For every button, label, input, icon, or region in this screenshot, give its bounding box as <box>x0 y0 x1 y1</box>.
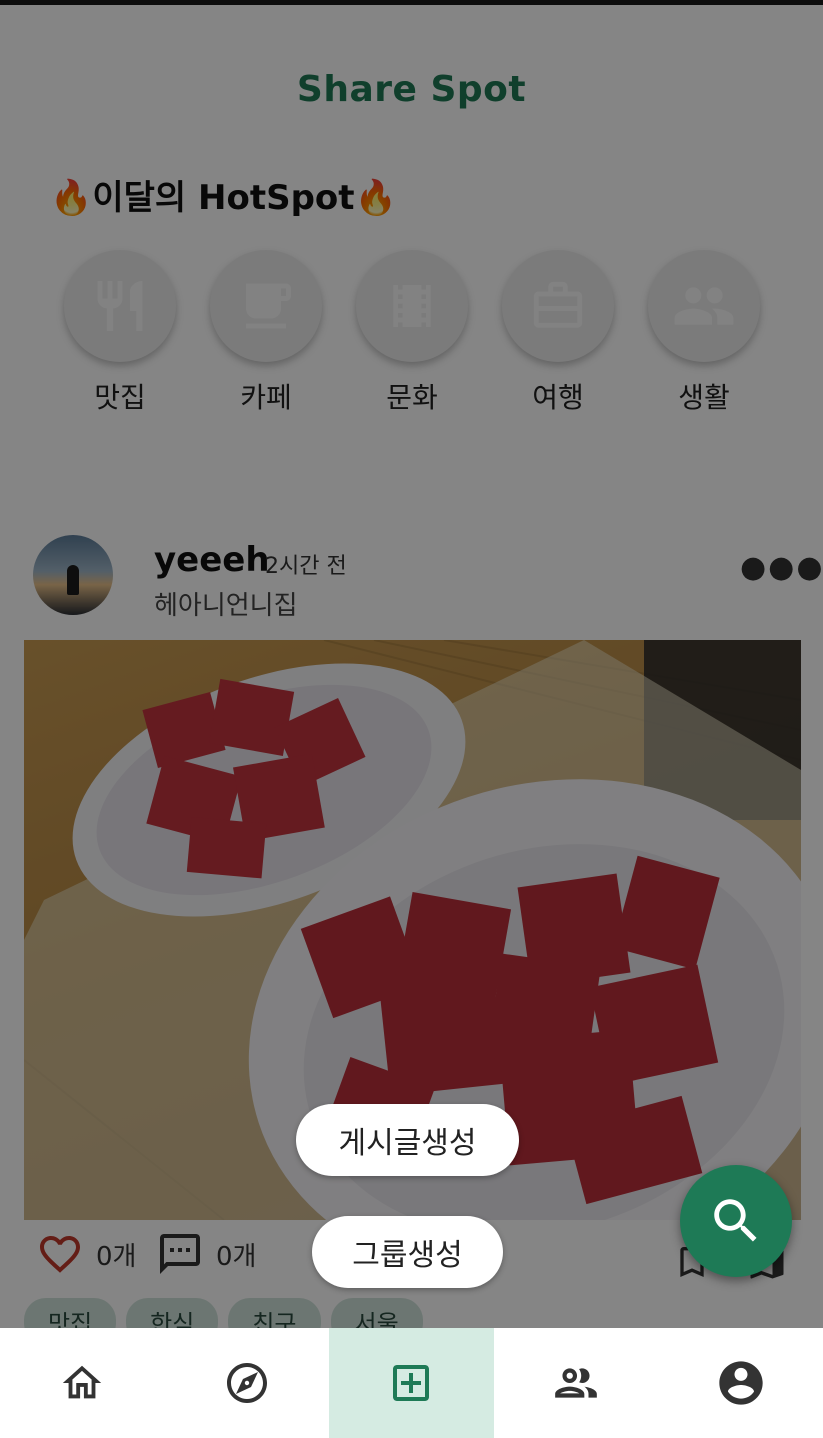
compass-icon <box>226 1363 267 1403</box>
add-box-icon <box>393 1365 430 1401</box>
create-group-button[interactable]: 그룹생성 <box>312 1216 503 1288</box>
nav-home[interactable] <box>0 1328 165 1438</box>
bottom-navigation <box>0 1328 823 1438</box>
nav-profile[interactable] <box>658 1328 823 1438</box>
search-fab[interactable] <box>680 1165 792 1277</box>
group-icon <box>555 1368 597 1398</box>
home-icon <box>63 1365 102 1399</box>
nav-add[interactable] <box>329 1328 494 1438</box>
nav-friends[interactable] <box>494 1328 659 1438</box>
account-icon <box>719 1361 763 1405</box>
search-icon <box>714 1199 757 1242</box>
create-post-button[interactable]: 게시글생성 <box>296 1104 519 1176</box>
nav-explore[interactable] <box>165 1328 330 1438</box>
